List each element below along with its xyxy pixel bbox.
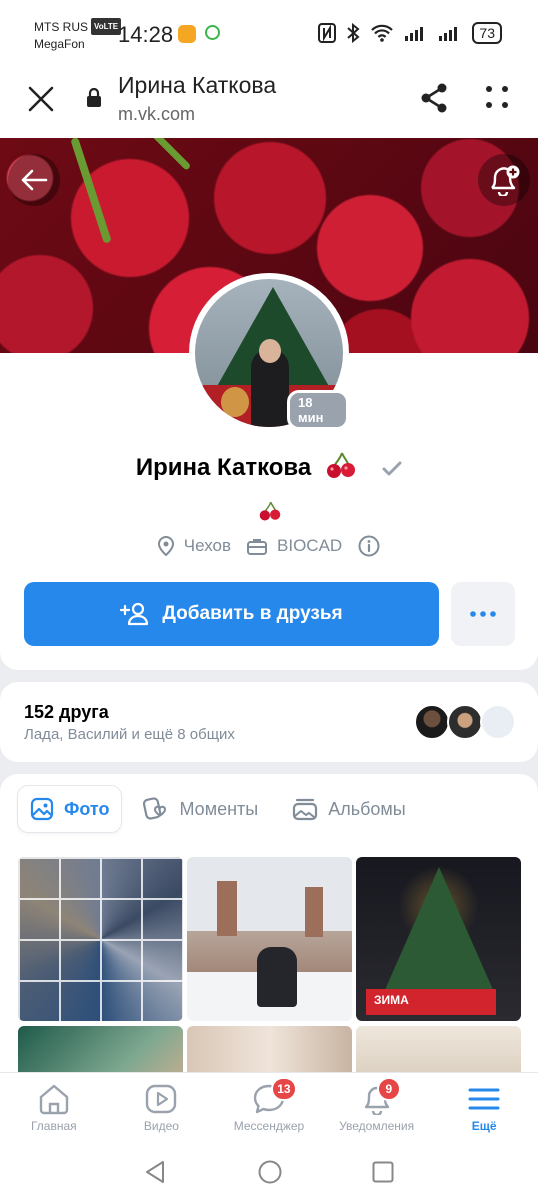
moments-icon (143, 797, 167, 820)
carrier-1: MTS RUS (34, 20, 88, 34)
status-icons: 73 (318, 22, 502, 44)
media-tabs: Фото Моменты Альбомы (18, 786, 418, 832)
mutual-friends: Лада, Василий и ещё 8 общих (24, 726, 235, 743)
nav-home[interactable]: Главная (0, 1073, 108, 1144)
tab-moments-label: Моменты (179, 798, 259, 819)
photo-thumbnail[interactable]: ЗИМА (356, 857, 521, 1021)
carrier-info: MTS RUS VoLTE MegaFon (34, 18, 122, 53)
cherry-icon (326, 452, 355, 478)
nav-video[interactable]: Видео (108, 1073, 216, 1144)
tab-albums-label: Альбомы (328, 798, 406, 819)
cherry-stem (70, 138, 112, 244)
photo-people (257, 947, 297, 1007)
status-cherry-icon (259, 501, 281, 521)
friends-card[interactable]: 152 друга Лада, Василий и ещё 8 общих (0, 682, 538, 762)
add-friend-button[interactable]: Добавить в друзья (24, 582, 439, 646)
photo-icon (30, 797, 54, 821)
profile-name-row: Ирина Каткова (0, 451, 538, 482)
checkmark-icon (382, 461, 402, 476)
add-user-icon (120, 602, 149, 626)
avatar-decoration (221, 387, 249, 417)
more-horizontal-icon (470, 611, 496, 617)
location-icon (157, 536, 174, 556)
photo-thumbnail[interactable] (18, 857, 183, 1021)
video-icon (146, 1084, 177, 1114)
profile-name: Ирина Каткова (135, 454, 312, 481)
photo-christmas-tree (384, 867, 494, 992)
last-seen-badge: 18 мин (287, 390, 349, 430)
photo-collage-grid (18, 857, 183, 1021)
nav-messenger[interactable]: 13 Мессенджер (215, 1073, 323, 1144)
nav-more-label: Ещё (471, 1119, 497, 1133)
info-icon[interactable] (358, 535, 380, 557)
friend-avatar (480, 704, 516, 740)
avatar-person-head (259, 339, 281, 363)
nav-messenger-label: Мессенджер (233, 1119, 305, 1133)
tab-albums[interactable]: Альбомы (280, 786, 418, 832)
friends-count: 152 друга (24, 702, 109, 722)
photo-sign-text: ЗИМА (366, 989, 496, 1015)
browser-header: Ирина Каткова m.vk.com (0, 68, 538, 138)
photo-building (217, 881, 237, 936)
tab-moments[interactable]: Моменты (131, 786, 270, 832)
browser-url[interactable]: m.vk.com (118, 104, 195, 125)
home-icon (39, 1084, 68, 1115)
wifi-icon (371, 24, 394, 42)
briefcase-icon (247, 537, 268, 555)
lock-icon (87, 88, 101, 107)
notifications-badge: 9 (376, 1077, 401, 1101)
more-options-icon[interactable] (484, 84, 510, 110)
close-icon[interactable] (26, 84, 56, 114)
profile-company: BIOCAD (277, 536, 343, 555)
notification-app-icon (178, 25, 196, 43)
photos-card: Фото Моменты Альбомы ЗИМА (0, 774, 538, 1084)
tab-photos[interactable]: Фото (18, 786, 122, 832)
volte-badge: VoLTE (91, 18, 122, 35)
nav-notifications[interactable]: 9 Уведомления (323, 1073, 431, 1144)
menu-icon (468, 1088, 500, 1110)
system-home-icon[interactable] (258, 1160, 282, 1184)
notification-check-icon (205, 25, 220, 40)
bell-plus-icon (491, 165, 520, 196)
clock: 14:28 (118, 22, 174, 47)
system-back-icon[interactable] (144, 1160, 166, 1184)
messenger-badge: 13 (271, 1077, 297, 1101)
signal-2-icon (439, 27, 458, 41)
signal-1-icon (405, 27, 424, 41)
nav-more[interactable]: Ещё (430, 1073, 538, 1144)
mutual-friends-avatars (414, 704, 518, 740)
nav-notifications-label: Уведомления (339, 1119, 415, 1133)
tab-photos-label: Фото (64, 798, 110, 819)
photo-building (305, 887, 323, 937)
system-navigation-bar (0, 1144, 538, 1200)
profile-more-button[interactable] (451, 582, 515, 646)
bottom-tab-bar: Главная Видео 13 Мессенджер 9 Уведомлени… (0, 1072, 538, 1144)
nav-video-label: Видео (143, 1119, 179, 1133)
albums-icon (293, 798, 318, 821)
back-button[interactable] (8, 154, 60, 206)
share-icon[interactable] (418, 82, 450, 114)
friend-avatar (414, 704, 450, 740)
arrow-left-icon (21, 169, 48, 191)
cherry-stem (151, 138, 192, 171)
nfc-icon (318, 23, 337, 43)
battery-indicator: 73 (472, 22, 502, 44)
avatar[interactable]: 18 мин (189, 273, 349, 433)
friend-avatar (447, 704, 483, 740)
browser-title: Ирина Каткова (118, 72, 277, 98)
status-bar: MTS RUS VoLTE MegaFon 14:28 73 (0, 0, 538, 68)
bluetooth-icon (347, 23, 360, 43)
profile-card: 18 мин Ирина Каткова Чехов BIOCAD Добави… (0, 138, 538, 670)
photo-thumbnail[interactable] (187, 857, 352, 1021)
profile-info-row: Чехов BIOCAD (0, 535, 538, 557)
carrier-2: MegaFon (34, 37, 85, 51)
page: MTS RUS VoLTE MegaFon 14:28 73 Ирина Катк… (0, 0, 538, 1200)
nav-home-label: Главная (30, 1119, 77, 1133)
profile-city: Чехов (183, 536, 232, 555)
system-recent-apps-icon[interactable] (372, 1161, 394, 1183)
add-friend-label: Добавить в друзья (162, 603, 343, 624)
subscribe-notifications-button[interactable] (478, 154, 530, 206)
